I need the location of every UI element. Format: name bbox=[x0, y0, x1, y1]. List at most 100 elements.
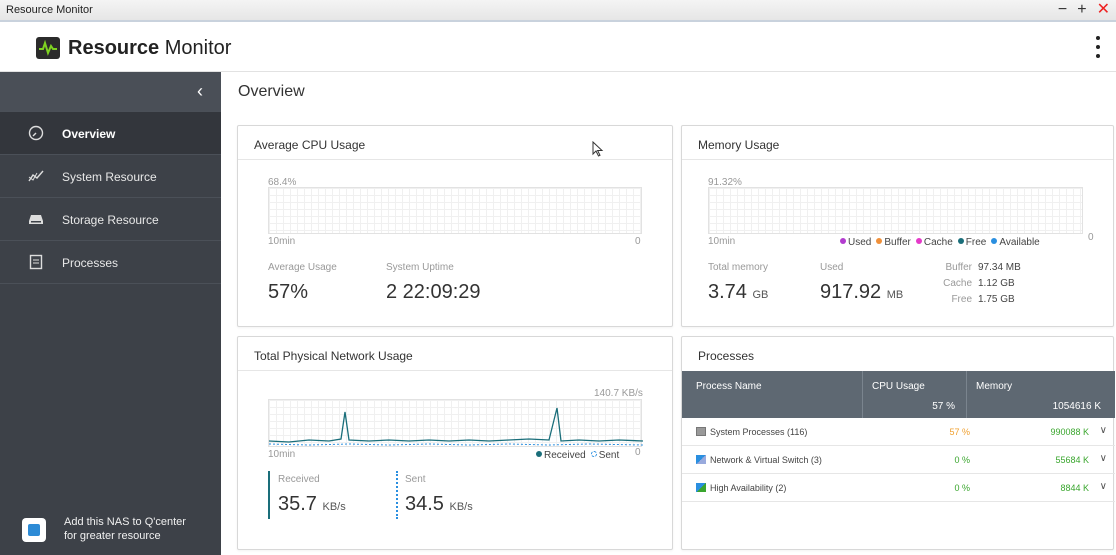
legend-free: Free bbox=[957, 237, 986, 248]
minimize-button[interactable]: − bbox=[1058, 1, 1067, 19]
processes-card: Processes Process Name CPU Usage 57 % Me… bbox=[681, 336, 1115, 550]
card-title: Total Physical Network Usage bbox=[254, 349, 413, 363]
main-content: Overview Average CPU Usage 68.4% 10min 0… bbox=[221, 72, 1116, 555]
processes-table-header: Process Name CPU Usage 57 % Memory 10546… bbox=[682, 371, 1115, 418]
sidebar-item-label: Overview bbox=[62, 127, 116, 141]
legend-cache: Cache bbox=[915, 237, 953, 248]
card-title: Processes bbox=[698, 349, 755, 363]
document-icon bbox=[29, 254, 43, 270]
process-memory: 55684 K bbox=[1055, 455, 1089, 465]
system-processes-icon bbox=[696, 427, 706, 436]
memory-x-left: 10min bbox=[708, 236, 736, 247]
sidebar-item-processes[interactable]: Processes bbox=[0, 241, 221, 284]
process-cpu: 0 % bbox=[954, 455, 970, 465]
qcenter-icon bbox=[22, 518, 46, 542]
network-chart bbox=[268, 399, 644, 447]
memory-chart bbox=[708, 187, 1083, 234]
table-row[interactable]: System Processes (116) 57 % 990088 K ∨ bbox=[682, 418, 1115, 446]
system-uptime-label: System Uptime bbox=[386, 262, 454, 273]
process-name: System Processes (116) bbox=[710, 427, 808, 437]
app-title: Resource Monitor bbox=[68, 37, 232, 59]
network-peak-label: 140.7 KB/s bbox=[594, 388, 643, 399]
column-cpu-usage[interactable]: CPU Usage bbox=[872, 381, 925, 392]
network-chart-lines bbox=[268, 407, 644, 446]
sent-indicator bbox=[396, 471, 398, 519]
sidebar-item-label: System Resource bbox=[62, 170, 157, 184]
sent-value: 34.5 KB/s bbox=[405, 493, 473, 515]
trend-icon bbox=[28, 170, 44, 182]
resource-monitor-logo-icon bbox=[36, 37, 60, 59]
process-memory: 8844 K bbox=[1060, 483, 1089, 493]
legend-sent: Sent bbox=[590, 450, 619, 461]
memory-x-right: 0 bbox=[1088, 232, 1094, 243]
processes-table: Process Name CPU Usage 57 % Memory 10546… bbox=[682, 371, 1115, 502]
network-x-right: 0 bbox=[635, 447, 641, 458]
chevron-down-icon[interactable]: ∨ bbox=[1100, 425, 1107, 436]
chevron-left-icon[interactable]: ‹ bbox=[197, 81, 203, 102]
cpu-usage-total: 57 % bbox=[932, 401, 955, 412]
received-indicator bbox=[268, 471, 270, 519]
sidebar-item-storage-resource[interactable]: Storage Resource bbox=[0, 198, 221, 241]
legend-used: Used bbox=[840, 237, 871, 248]
sidebar-item-label: Storage Resource bbox=[62, 213, 159, 227]
qcenter-promo-text: Add this NAS to Q'center for greater res… bbox=[64, 516, 186, 542]
cpu-x-left: 10min bbox=[268, 236, 296, 247]
free-label: Free bbox=[951, 294, 972, 305]
process-cpu: 0 % bbox=[954, 483, 970, 493]
window-titlebar: Resource Monitor − + ✕ bbox=[0, 0, 1116, 22]
window-controls: − + ✕ bbox=[1058, 1, 1110, 19]
cpu-usage-card: Average CPU Usage 68.4% 10min 0 Average … bbox=[237, 125, 673, 327]
total-memory-value: 3.74 GB bbox=[708, 281, 769, 303]
free-value: 1.75 GB bbox=[978, 294, 1015, 305]
process-memory: 990088 K bbox=[1050, 427, 1089, 437]
chevron-down-icon[interactable]: ∨ bbox=[1100, 453, 1107, 464]
card-title: Memory Usage bbox=[698, 138, 780, 152]
sidebar-collapse: ‹ bbox=[0, 72, 221, 112]
cache-label: Cache bbox=[943, 278, 972, 289]
column-memory[interactable]: Memory bbox=[976, 381, 1012, 392]
more-options-icon[interactable] bbox=[1096, 36, 1102, 58]
sidebar-item-overview[interactable]: Overview bbox=[0, 112, 221, 155]
memory-total: 1054616 K bbox=[1052, 401, 1101, 412]
storage-icon bbox=[29, 215, 43, 224]
used-memory-value: 917.92 MB bbox=[820, 281, 904, 303]
buffer-value: 97.34 MB bbox=[978, 262, 1021, 273]
process-name: High Availability (2) bbox=[710, 483, 787, 493]
network-x-left: 10min bbox=[268, 449, 296, 460]
gauge-icon bbox=[28, 125, 44, 141]
high-availability-icon bbox=[696, 483, 706, 492]
legend-received: Received bbox=[536, 450, 586, 461]
close-button[interactable]: ✕ bbox=[1097, 1, 1110, 19]
cpu-x-right: 0 bbox=[635, 236, 641, 247]
total-memory-label: Total memory bbox=[708, 262, 769, 273]
average-usage-value: 57% bbox=[268, 281, 309, 303]
network-switch-icon bbox=[696, 455, 706, 464]
mouse-cursor-icon bbox=[592, 141, 604, 157]
legend-available: Available bbox=[991, 237, 1040, 248]
system-uptime-value: 2 22:09:29 bbox=[386, 281, 481, 303]
cache-value: 1.12 GB bbox=[978, 278, 1015, 289]
column-process-name[interactable]: Process Name bbox=[696, 381, 762, 392]
table-row[interactable]: Network & Virtual Switch (3) 0 % 55684 K… bbox=[682, 446, 1115, 474]
memory-legend: Used Buffer Cache Free Available bbox=[840, 237, 1040, 248]
sent-label: Sent bbox=[405, 474, 426, 485]
table-row[interactable]: High Availability (2) 0 % 8844 K ∨ bbox=[682, 474, 1115, 502]
sidebar-item-label: Processes bbox=[62, 256, 119, 270]
sidebar-item-system-resource[interactable]: System Resource bbox=[0, 155, 221, 198]
process-name: Network & Virtual Switch (3) bbox=[710, 455, 822, 465]
process-cpu: 57 % bbox=[949, 427, 970, 437]
buffer-label: Buffer bbox=[945, 262, 973, 273]
window-title: Resource Monitor bbox=[6, 4, 93, 16]
received-label: Received bbox=[278, 474, 320, 485]
sidebar: ‹ Overview System Resource Storage Resou… bbox=[0, 72, 221, 555]
memory-usage-card: Memory Usage 91.32% 10min Used Buffer Ca… bbox=[681, 125, 1114, 327]
legend-buffer: Buffer bbox=[876, 237, 911, 248]
chevron-down-icon[interactable]: ∨ bbox=[1100, 481, 1107, 492]
network-usage-card: Total Physical Network Usage 140.7 KB/s … bbox=[237, 336, 673, 550]
page-title: Overview bbox=[238, 83, 305, 100]
average-usage-label: Average Usage bbox=[268, 262, 337, 273]
qcenter-promo[interactable]: Add this NAS to Q'center for greater res… bbox=[0, 505, 221, 555]
network-legend: Received Sent bbox=[536, 450, 619, 461]
used-memory-label: Used bbox=[820, 262, 844, 273]
maximize-button[interactable]: + bbox=[1077, 1, 1086, 19]
